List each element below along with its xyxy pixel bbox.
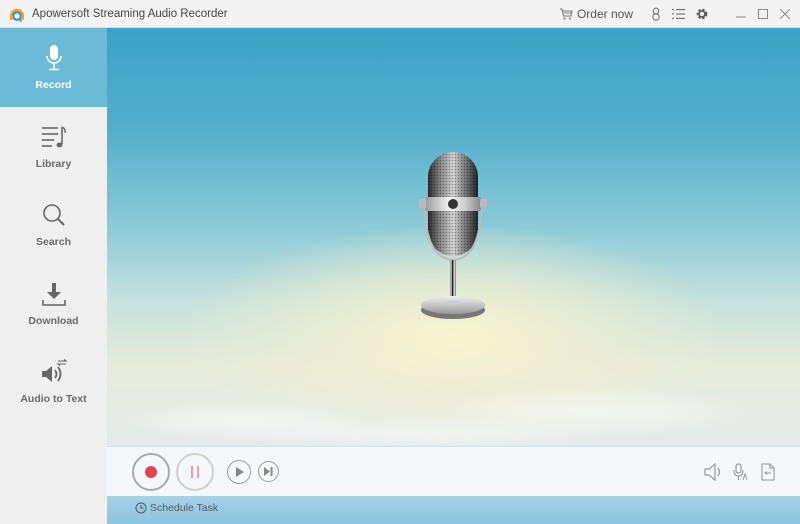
skip-next-button[interactable]	[258, 461, 279, 482]
vintage-microphone-illustration	[415, 150, 491, 326]
microphone-icon	[39, 43, 69, 73]
speaker-convert-icon	[39, 357, 69, 387]
maximize-button[interactable]	[752, 3, 774, 25]
sidebar-item-audio-to-text[interactable]: Audio to Text	[0, 342, 107, 421]
record-panel: Schedule Task	[107, 28, 800, 524]
schedule-task-button[interactable]: Schedule Task	[135, 502, 218, 514]
maximize-icon	[758, 9, 768, 19]
sidebar-item-record[interactable]: Record	[0, 28, 107, 107]
audio-file-icon[interactable]	[758, 462, 778, 482]
sidebar-label-download: Download	[28, 314, 79, 327]
app-title: Apowersoft Streaming Audio Recorder	[32, 7, 228, 20]
skip-next-icon	[264, 467, 273, 476]
schedule-task-label: Schedule Task	[150, 502, 219, 514]
sidebar-item-download[interactable]: Download	[0, 264, 107, 343]
order-now-button[interactable]: Order now	[559, 7, 633, 21]
clock-icon	[135, 502, 147, 514]
gear-icon[interactable]	[693, 5, 711, 23]
order-now-label: Order now	[576, 7, 633, 21]
sidebar-label-record: Record	[35, 79, 72, 92]
list-menu-icon[interactable]	[670, 5, 688, 23]
search-icon	[39, 200, 69, 230]
minimize-button[interactable]	[730, 3, 752, 25]
play-button[interactable]	[227, 460, 251, 484]
user-icon[interactable]	[647, 5, 665, 23]
sidebar-label-audio-to-text: Audio to Text	[20, 393, 87, 406]
cloud-background	[107, 358, 800, 448]
pause-icon	[191, 466, 199, 478]
title-bar: Apowersoft Streaming Audio Recorder Orde…	[0, 0, 800, 28]
bottom-strip: Schedule Task	[107, 496, 800, 524]
recording-control-bar	[107, 446, 800, 496]
close-icon	[780, 9, 790, 19]
play-icon	[235, 467, 244, 477]
close-button[interactable]	[774, 3, 796, 25]
sidebar: Record Library Search Download Audio to …	[0, 28, 107, 524]
music-list-icon	[39, 122, 69, 152]
download-icon	[39, 279, 69, 309]
record-button[interactable]	[132, 453, 170, 491]
minimize-icon	[736, 16, 746, 18]
sidebar-item-library[interactable]: Library	[0, 107, 107, 186]
system-sound-icon[interactable]	[704, 462, 724, 482]
headphone-logo-icon	[8, 5, 26, 23]
sidebar-item-search[interactable]: Search	[0, 185, 107, 264]
sidebar-label-search: Search	[35, 236, 72, 249]
record-icon	[145, 466, 157, 478]
pause-button[interactable]	[176, 453, 214, 491]
cart-icon	[559, 8, 573, 20]
microphone-input-icon[interactable]	[731, 462, 751, 482]
sidebar-label-library: Library	[35, 157, 72, 170]
